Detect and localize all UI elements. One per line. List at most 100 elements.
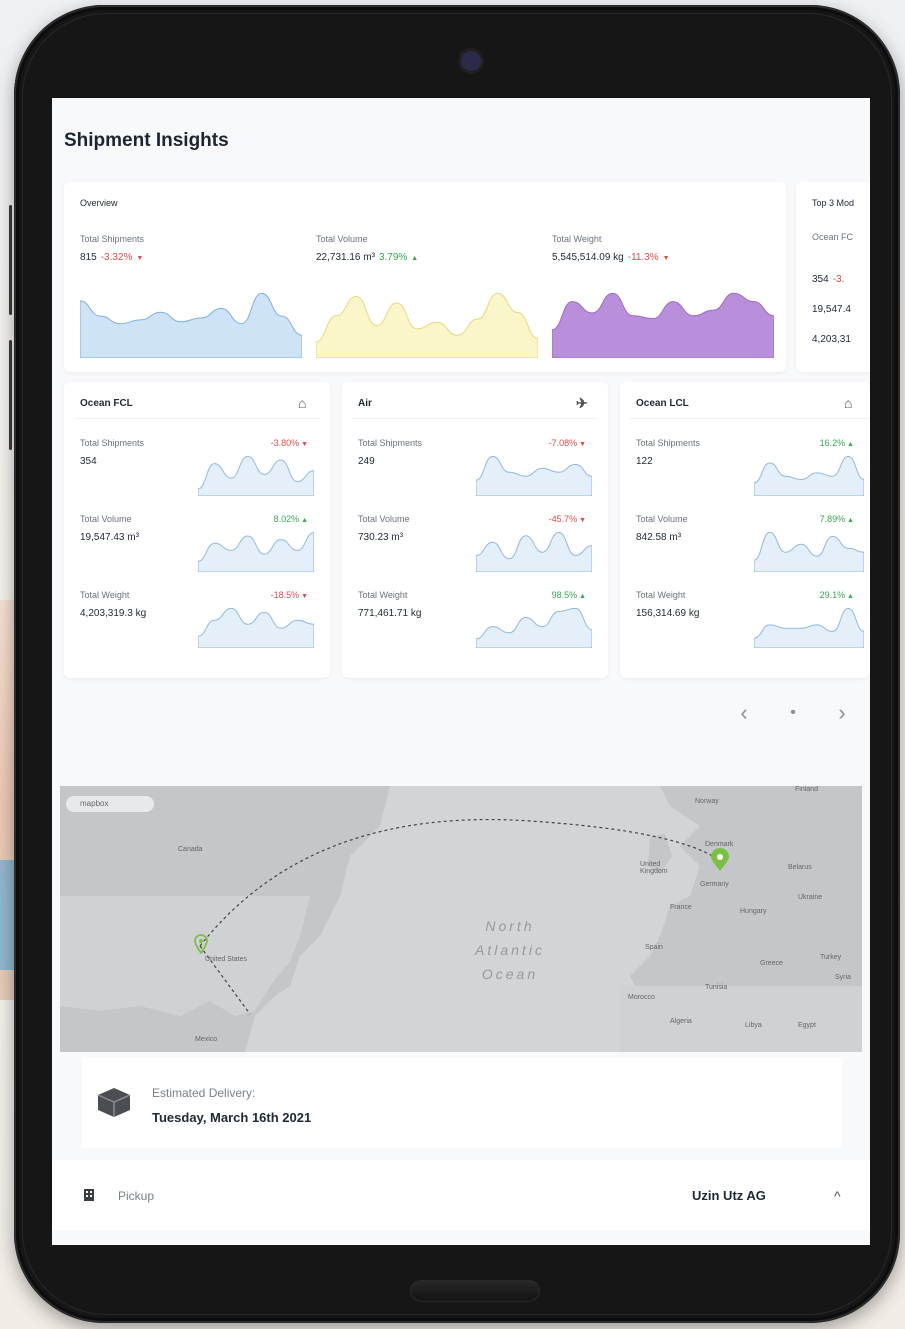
mode-sparkline	[754, 455, 864, 496]
arrow-up-icon: ▲	[845, 593, 854, 600]
mode-metric-value: 842.58 m³	[636, 532, 682, 543]
map-label-turkey: Turkey	[820, 954, 842, 961]
arrow-down-icon: ▼	[577, 517, 586, 524]
arrow-down-icon: ▼	[299, 593, 308, 600]
mode-metric-label: Total Volume	[358, 514, 410, 524]
arrow-up-icon: ▲	[409, 255, 419, 262]
map-label-libya: Libya	[745, 1022, 762, 1029]
mode-metric-value: 354	[80, 456, 97, 467]
mode-metric-label: Total Weight	[636, 590, 686, 600]
mode-metric-change: 16.2% ▲	[794, 438, 854, 448]
carousel-dot[interactable]: •	[778, 698, 808, 728]
mode-sparkline	[476, 607, 592, 648]
mode-metric-value: 730.23 m³	[358, 532, 404, 543]
mode-card[interactable]: Air ✈ Total Shipments 249 -7.08% ▼ Total Volu…	[342, 382, 608, 678]
change-text: -45.7%	[548, 514, 578, 524]
mode-sparkline	[476, 455, 592, 496]
arrow-up-icon: ▲	[299, 517, 308, 524]
map-label-egypt: Egypt	[798, 1022, 816, 1029]
map-label-syria: Syria	[835, 974, 851, 981]
top3-shipments-change: -3.	[832, 274, 845, 285]
change-text: -7.08%	[548, 438, 578, 448]
pickup-label: Pickup	[118, 1189, 155, 1203]
metric-value: 815	[80, 252, 97, 263]
sparkline-area	[198, 531, 314, 572]
delivery-date: Tuesday, March 16th 2021	[152, 1110, 312, 1125]
map-label-germany: Germany	[700, 881, 729, 888]
pickup-row[interactable]: Pickup Uzin Utz AG ^	[52, 1160, 870, 1230]
map-label-united-kingdom: United Kingdom	[640, 861, 668, 875]
top3-value-weight: 4,203,31	[812, 334, 851, 345]
mode-metric-label: Total Weight	[80, 590, 130, 600]
mode-metric-value: 122	[636, 456, 653, 467]
mode-metric-label: Total Shipments	[358, 438, 423, 448]
overview-metric-value: 22,731.16 m³ 3.79% ▲	[316, 252, 418, 263]
map-label-greece: Greece	[760, 960, 783, 967]
map-label-morocco: Morocco	[628, 994, 655, 1001]
origin-marker-icon[interactable]	[194, 934, 208, 954]
map-label-united-states: United States	[205, 956, 248, 963]
mode-metric-value: 156,314.69 kg	[636, 608, 700, 619]
overview-metric-label: Total Weight	[552, 234, 602, 244]
mode-metric-label: Total Weight	[358, 590, 408, 600]
mode-sparkline	[476, 531, 592, 572]
map-label-tunisia: Tunisia	[705, 984, 728, 991]
ocean-line-2: Atlantic	[475, 942, 545, 958]
change-text: 8.02%	[273, 514, 300, 524]
overview-metric-label: Total Volume	[316, 234, 368, 244]
sparkline-area	[552, 292, 774, 358]
mode-card[interactable]: Ocean LCL ⌂ Total Shipments 122 16.2% ▲ Total…	[620, 382, 870, 678]
carousel-prev-button[interactable]: ‹	[729, 698, 759, 728]
metric-change: -3.32%	[100, 252, 133, 263]
land-africa	[620, 986, 862, 1052]
metric-change: 3.79%	[378, 252, 408, 263]
mode-card-title: Ocean LCL	[636, 398, 689, 409]
shipment-route-map[interactable]: mapbox Canada United States Mexico Norwa…	[60, 786, 862, 1052]
map-label-denmark: Denmark	[705, 841, 734, 848]
background-cable	[9, 340, 12, 450]
chevron-up-icon[interactable]: ^	[834, 1188, 841, 1204]
mode-metric-change: 7.89% ▲	[794, 514, 854, 524]
arrow-down-icon: ▼	[299, 441, 308, 448]
destination-marker-icon[interactable]	[710, 848, 730, 872]
ocean-line-1: North	[485, 918, 535, 934]
pickup-company: Uzin Utz AG	[692, 1188, 766, 1203]
mode-metric-value: 19,547.43 m³	[80, 532, 139, 543]
change-text: 7.89%	[819, 514, 846, 524]
mode-card-title: Ocean FCL	[80, 398, 133, 409]
overview-metric-value: 815 -3.32% ▼	[80, 252, 143, 263]
map-label-ocean: North Atlantic Ocean	[455, 914, 565, 986]
sparkline-area	[198, 607, 314, 648]
metric-value: 5,545,514.09 kg	[552, 252, 624, 263]
arrow-up-icon: ▲	[577, 593, 586, 600]
change-text: 98.5%	[551, 590, 578, 600]
delivery-label: Estimated Delivery:	[152, 1086, 256, 1100]
mode-metric-change: -18.5% ▼	[248, 590, 308, 600]
map-label-ukraine: Ukraine	[798, 894, 823, 901]
ocean-line-3: Ocean	[481, 966, 539, 982]
change-text: -3.80%	[270, 438, 300, 448]
divider	[352, 418, 598, 419]
top3-value-shipments: 354 -3.	[812, 274, 844, 285]
change-text: -18.5%	[270, 590, 300, 600]
container-icon: ⌂	[298, 395, 307, 411]
mode-metric-value: 4,203,319.3 kg	[80, 608, 147, 619]
overview-sparkline	[316, 292, 538, 358]
mode-sparkline	[754, 531, 864, 572]
overview-title: Overview	[80, 198, 118, 208]
sparkline-area	[754, 531, 864, 572]
map-label-canada: Canada	[178, 846, 203, 853]
mapbox-logo[interactable]: mapbox	[66, 796, 154, 812]
arrow-up-icon: ▲	[845, 517, 854, 524]
top3-shipments: 354	[812, 274, 829, 285]
package-icon	[97, 1088, 131, 1117]
home-button[interactable]	[410, 1280, 540, 1302]
arrow-down-icon: ▼	[577, 441, 586, 448]
mode-metric-value: 771,461.71 kg	[358, 608, 422, 619]
top3-title: Top 3 Mod	[812, 198, 855, 208]
divider	[630, 418, 870, 419]
mode-card[interactable]: Ocean FCL ⌂ Total Shipments 354 -3.80% ▼ Tota…	[64, 382, 330, 678]
mode-metric-change: -7.08% ▼	[526, 438, 586, 448]
map-label-norway: Norway	[695, 798, 719, 805]
carousel-next-button[interactable]: ›	[827, 698, 857, 728]
